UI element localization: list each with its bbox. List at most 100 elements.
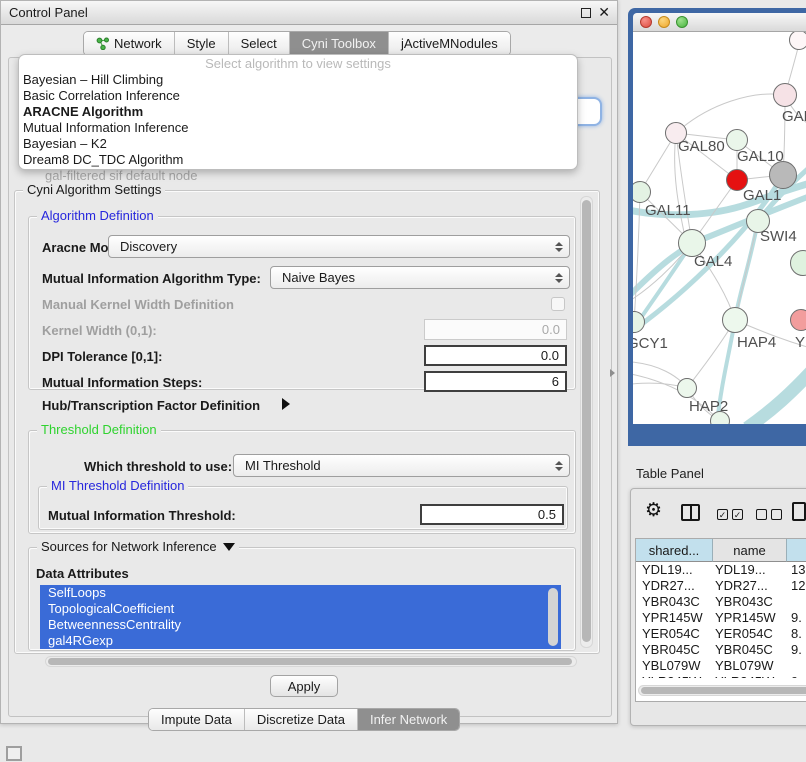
node-label: GAL4: [694, 253, 732, 270]
table-row[interactable]: YBL079WYBL079W: [636, 658, 806, 674]
table-header-row: shared... name: [636, 539, 806, 562]
column-header-partial[interactable]: [787, 539, 806, 562]
panel-splitter-handle[interactable]: [610, 369, 615, 377]
control-panel-tabbar: Network Style Select Cyni Toolbox jActiv…: [83, 31, 511, 56]
column-header-name[interactable]: name: [713, 539, 787, 562]
tab-network[interactable]: Network: [84, 32, 174, 55]
settings-hscrollbar-thumb[interactable]: [48, 658, 572, 665]
node-label: GAL1: [743, 187, 781, 204]
kernel-width-field[interactable]: 0.0: [424, 319, 567, 340]
minimized-panel-icon[interactable]: [6, 746, 22, 761]
bottom-tabbar: Impute Data Discretize Data Infer Networ…: [148, 708, 460, 731]
hub-definition-label: Hub/Transcription Factor Definition: [42, 398, 260, 413]
select-all-checks-icon[interactable]: ✓ ✓: [717, 509, 743, 520]
gear-icon[interactable]: ⚙: [645, 501, 662, 520]
settings-scrollbar[interactable]: [580, 196, 593, 648]
sources-group-title: Sources for Network Inference: [37, 539, 239, 555]
list-item-selected[interactable]: BetweennessCentrality: [40, 617, 561, 633]
settings-scrollbar-thumb[interactable]: [582, 200, 591, 642]
which-threshold-combo[interactable]: MI Threshold: [233, 454, 570, 477]
network-canvas[interactable]: GAL GAL80 GAL10 GAL1 GAL11 SWI4 GAL4 GCY…: [633, 32, 806, 424]
node-label: HAP4: [737, 334, 776, 351]
dropdown-item-selected[interactable]: ARACNE Algorithm: [19, 104, 577, 120]
new-table-icon[interactable]: [792, 502, 806, 521]
table-panel-title: Table Panel: [636, 466, 704, 481]
control-panel-titlebar[interactable]: Control Panel ✕: [1, 1, 617, 25]
column-header-shared-name[interactable]: shared...: [636, 539, 713, 562]
node-label: HAP2: [689, 398, 728, 415]
minimize-traffic-light-icon[interactable]: [658, 16, 670, 28]
list-item-selected[interactable]: SelfLoops: [40, 585, 561, 601]
node-label: GAL10: [737, 148, 784, 165]
expand-arrow-icon[interactable]: [282, 398, 290, 410]
settings-group-title: Cyni Algorithm Settings: [23, 182, 165, 198]
kernel-width-label: Kernel Width (0,1):: [42, 323, 157, 338]
table-row[interactable]: YBR043CYBR043C: [636, 594, 806, 610]
combo-spinner-icon: [550, 242, 569, 252]
dropdown-item[interactable]: Mutual Information Inference: [19, 120, 577, 136]
dpi-tolerance-field[interactable]: 0.0: [424, 345, 567, 366]
tab-cyni-toolbox[interactable]: Cyni Toolbox: [289, 32, 388, 55]
settings-hscrollbar[interactable]: [45, 656, 577, 667]
float-window-icon[interactable]: [581, 8, 591, 18]
deselect-all-checks-icon[interactable]: [756, 509, 782, 520]
node-table: shared... name YDL19...YDL19...13 YDR27.…: [635, 538, 806, 702]
network-node[interactable]: [769, 161, 797, 189]
network-selector-combo[interactable]: gal-filtered sif default node: [45, 168, 197, 183]
network-node[interactable]: [790, 309, 806, 331]
network-node[interactable]: [789, 32, 806, 50]
node-label: SWI4: [760, 228, 797, 245]
table-panel-window: ⚙ ✓ ✓ shared... name YDL19...YDL19...13 …: [630, 488, 806, 726]
network-node-hap2[interactable]: [677, 378, 697, 398]
network-node-hap4[interactable]: [722, 307, 748, 333]
close-window-icon[interactable]: ✕: [598, 4, 610, 21]
dropdown-item[interactable]: Bayesian – Hill Climbing: [19, 72, 577, 88]
split-columns-icon[interactable]: [681, 504, 700, 521]
zoom-traffic-light-icon[interactable]: [676, 16, 688, 28]
dropdown-item[interactable]: Basic Correlation Inference: [19, 88, 577, 104]
mi-algorithm-type-combo[interactable]: Naive Bayes: [270, 266, 570, 289]
dropdown-item[interactable]: Dream8 DC_TDC Algorithm: [19, 152, 577, 168]
mi-type-label: Mutual Information Algorithm Type:: [42, 271, 261, 286]
node-label: Y: [795, 334, 805, 351]
tab-select[interactable]: Select: [228, 32, 289, 55]
table-hscrollbar-thumb[interactable]: [641, 687, 806, 694]
collapse-arrow-icon[interactable]: [223, 543, 235, 551]
data-attributes-label: Data Attributes: [36, 566, 129, 581]
network-node[interactable]: [773, 83, 797, 107]
dropdown-item[interactable]: Bayesian – K2: [19, 136, 577, 152]
dropdown-placeholder: Select algorithm to view settings: [19, 55, 577, 72]
table-body: YDL19...YDL19...13 YDR27...YDR27...12 YB…: [636, 562, 806, 678]
table-row[interactable]: YDR27...YDR27...12: [636, 578, 806, 594]
mi-threshold-field[interactable]: 0.5: [420, 504, 564, 525]
aracne-mode-combo[interactable]: Discovery: [108, 235, 570, 258]
tab-impute-data[interactable]: Impute Data: [149, 709, 244, 730]
tab-jactivemnodules[interactable]: jActiveMNodules: [388, 32, 510, 55]
list-item-selected[interactable]: TopologicalCoefficient: [40, 601, 561, 617]
list-item-selected[interactable]: gal4RGexp: [40, 633, 561, 649]
list-scrollbar-thumb[interactable]: [548, 588, 558, 646]
algorithm-dropdown-popup: Select algorithm to view settings Bayesi…: [18, 54, 578, 170]
node-label: GAL: [782, 108, 806, 125]
combo-spinner-icon: [550, 273, 569, 283]
table-row[interactable]: YPR145WYPR145W9.: [636, 610, 806, 626]
table-row[interactable]: YLR345WYLR345W9.: [636, 674, 806, 678]
tab-style[interactable]: Style: [174, 32, 228, 55]
table-hscrollbar[interactable]: [638, 685, 806, 696]
window-title: Control Panel: [9, 5, 88, 20]
close-traffic-light-icon[interactable]: [640, 16, 652, 28]
apply-button[interactable]: Apply: [270, 675, 338, 697]
mi-steps-label: Mutual Information Steps:: [42, 375, 202, 390]
combo-spinner-icon: [550, 461, 569, 471]
tab-discretize-data[interactable]: Discretize Data: [244, 709, 357, 730]
network-window-titlebar[interactable]: [633, 13, 806, 32]
mi-steps-field[interactable]: 6: [424, 371, 567, 392]
manual-kernel-label: Manual Kernel Width Definition: [42, 297, 234, 312]
algorithm-definition-title: Algorithm Definition: [37, 208, 158, 224]
which-threshold-label: Which threshold to use:: [84, 459, 232, 474]
tab-infer-network[interactable]: Infer Network: [357, 709, 459, 730]
table-row[interactable]: YBR045CYBR045C9.: [636, 642, 806, 658]
table-row[interactable]: YER054CYER054C8.: [636, 626, 806, 642]
table-row[interactable]: YDL19...YDL19...13: [636, 562, 806, 578]
manual-kernel-checkbox[interactable]: [551, 297, 565, 311]
